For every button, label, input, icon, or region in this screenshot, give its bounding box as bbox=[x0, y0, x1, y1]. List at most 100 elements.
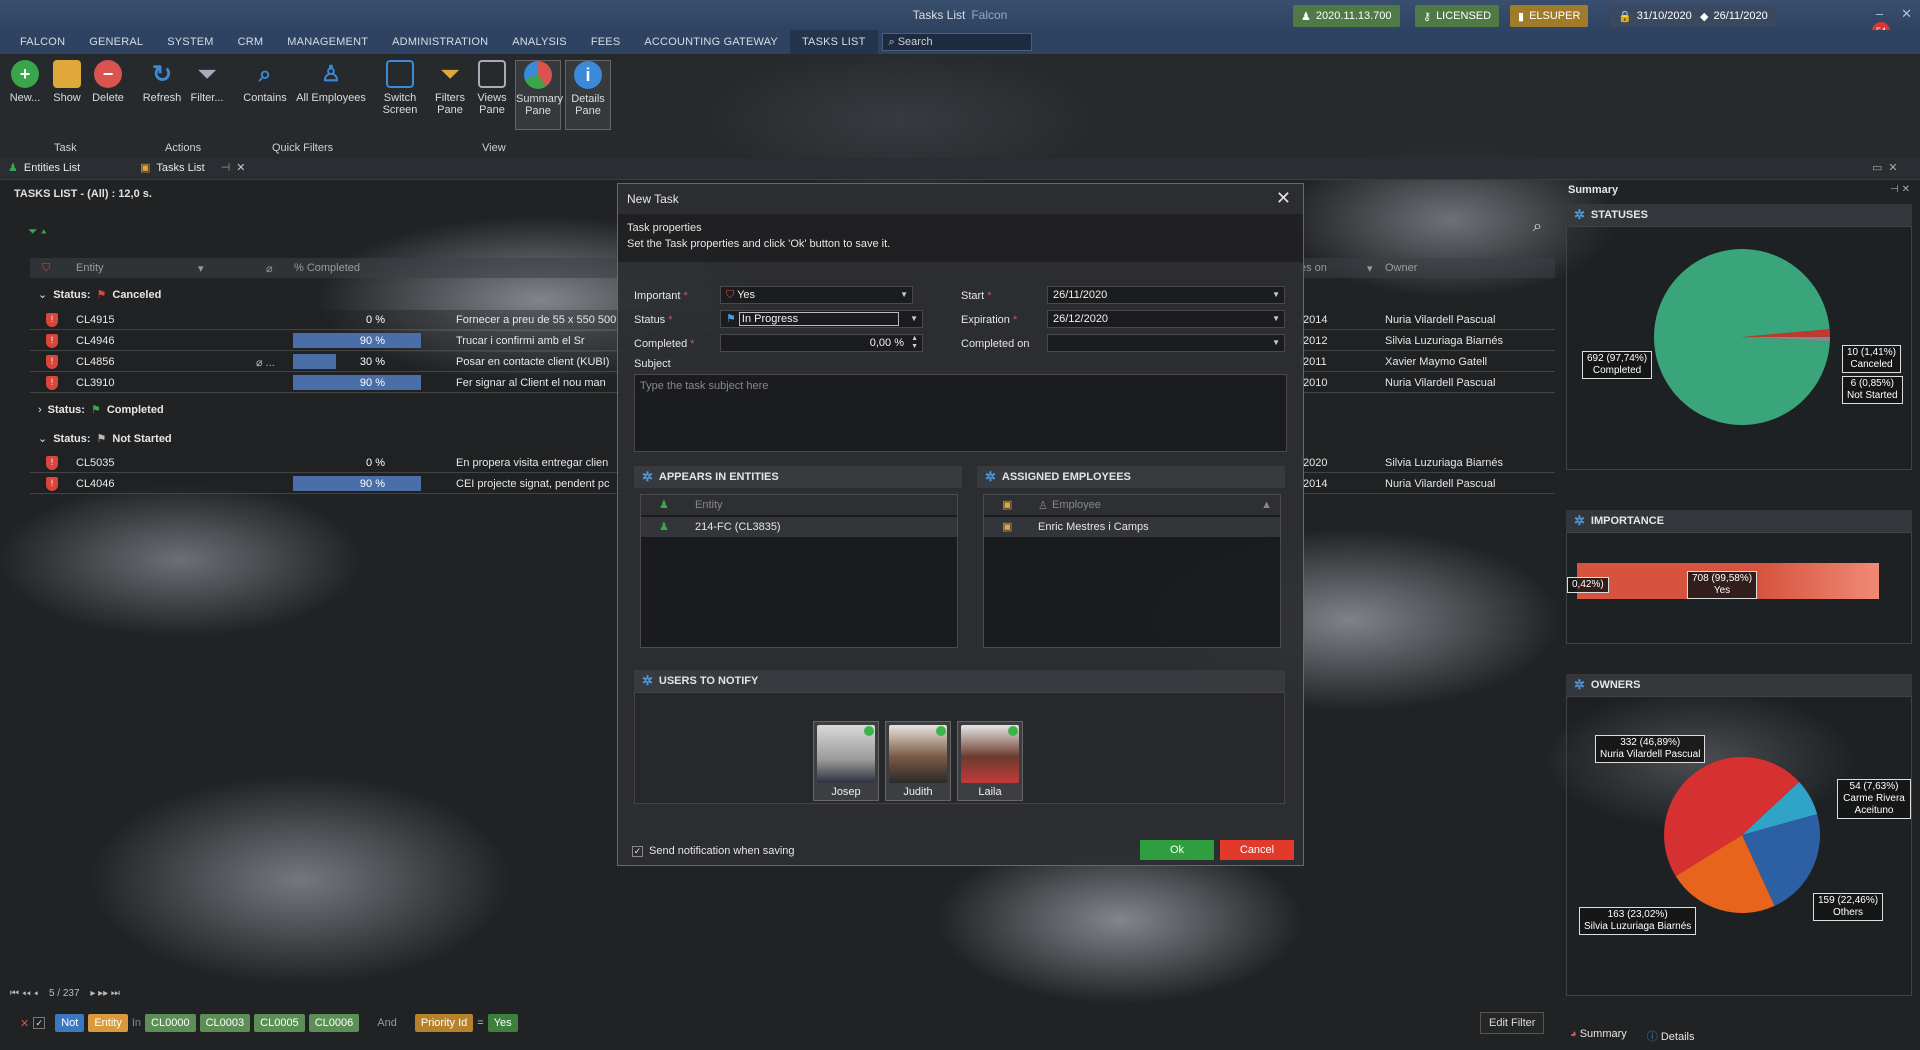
close-dialog-icon[interactable]: ✕ bbox=[1276, 188, 1291, 209]
first-page-icon[interactable]: ⏮ ◂◂ ◂ bbox=[10, 988, 38, 999]
filter-token[interactable]: CL0003 bbox=[199, 1014, 251, 1032]
edit-filter-button[interactable]: Edit Filter bbox=[1480, 1012, 1545, 1034]
close-window-icon[interactable]: ✕ bbox=[1901, 6, 1912, 22]
delete-button[interactable]: − Delete bbox=[85, 60, 131, 104]
group-label: Status: bbox=[53, 288, 91, 301]
subject-textarea[interactable]: Type the task subject here bbox=[634, 374, 1287, 452]
col-owner[interactable]: Owner bbox=[1385, 262, 1417, 274]
filter-token[interactable]: Priority Id bbox=[414, 1014, 474, 1032]
col-entity[interactable]: Entity bbox=[76, 262, 104, 274]
statuses-header: ✲ STATUSES bbox=[1566, 204, 1912, 226]
filter-enabled-checkbox[interactable]: ✓ bbox=[33, 1017, 46, 1029]
lock-icon: 🔒 bbox=[1618, 10, 1632, 23]
filter-token[interactable]: CL0006 bbox=[308, 1014, 360, 1032]
clear-filter-icon[interactable]: ✕ bbox=[20, 1017, 29, 1030]
cancel-button[interactable]: Cancel bbox=[1220, 840, 1294, 860]
menu-administration[interactable]: ADMINISTRATION bbox=[380, 36, 500, 48]
col-pct-completed[interactable]: % Completed bbox=[294, 262, 360, 274]
ok-button[interactable]: Ok bbox=[1140, 840, 1214, 860]
details-pane-button[interactable]: i Details Pane bbox=[565, 60, 611, 130]
avatar[interactable]: Laila bbox=[957, 721, 1023, 801]
completed-spinner[interactable]: 0,00 % ▲ ▼ bbox=[720, 334, 923, 352]
menu-management[interactable]: MANAGEMENT bbox=[275, 36, 380, 48]
important-select[interactable]: ⛉ Yes ▼ bbox=[720, 286, 913, 304]
callout-name: Others bbox=[1833, 907, 1864, 918]
show-button[interactable]: Show bbox=[44, 60, 90, 104]
expiration-date-picker[interactable]: 26/12/2020 ▼ bbox=[1047, 310, 1285, 328]
summary-pin-close-icon[interactable]: ⊣ ✕ bbox=[1890, 184, 1910, 195]
tab-tasks-list[interactable]: ▣ Tasks List ⊣ ✕ bbox=[140, 161, 246, 175]
send-notification-option[interactable]: ✓ Send notification when saving bbox=[632, 845, 795, 857]
important-icon: ! bbox=[46, 355, 58, 369]
contains-button[interactable]: ⌕ Contains bbox=[242, 60, 288, 104]
date-chip[interactable]: ◆ 26/11/2020 bbox=[1692, 5, 1776, 27]
menu-analysis[interactable]: ANALYSIS bbox=[500, 36, 579, 48]
send-notification-checkbox[interactable]: ✓ bbox=[632, 845, 643, 857]
important-col-icon: ⛉ bbox=[42, 262, 51, 274]
filters-pane-button[interactable]: ⏷ Filters Pane bbox=[427, 60, 473, 116]
filter-token[interactable]: CL0000 bbox=[145, 1014, 196, 1032]
all-employees-button[interactable]: ♙ All Employees bbox=[294, 60, 368, 104]
start-date-picker[interactable]: 26/11/2020 ▼ bbox=[1047, 286, 1285, 304]
grid-search-icon[interactable]: ⌕ bbox=[1533, 218, 1542, 236]
attachment-icon[interactable]: ⌀ ... bbox=[256, 356, 275, 369]
col-expires-on[interactable]: es on bbox=[1300, 262, 1327, 274]
row-description: Fer signar al Client el nou man bbox=[456, 377, 606, 389]
pin-icon[interactable]: ⊣ bbox=[221, 161, 231, 174]
summary-pane-button[interactable]: Summary Pane bbox=[515, 60, 563, 130]
filter-toggle-icon[interactable]: ⏷ ▴ bbox=[28, 224, 47, 239]
status-select[interactable]: ⚑ In Progress ▼ bbox=[720, 310, 923, 328]
menu-crm[interactable]: CRM bbox=[226, 36, 276, 48]
new-button[interactable]: + New... bbox=[2, 60, 48, 104]
contact-card-icon: ▣ bbox=[1002, 521, 1013, 533]
filter-token[interactable]: CL0005 bbox=[254, 1014, 305, 1032]
panel-options[interactable]: ▭ ✕ bbox=[1872, 161, 1898, 174]
group-completed[interactable]: › Status: ⚑ Completed bbox=[38, 403, 164, 417]
statuses-chart-box: 692 (97,74%) Completed 10 (1,41%) Canceled… bbox=[1566, 226, 1912, 470]
group-canceled[interactable]: ⌄ Status: ⚑ Canceled bbox=[38, 288, 161, 302]
list-item[interactable]: ▣ Enric Mestres i Camps bbox=[984, 517, 1280, 537]
menu-system[interactable]: SYSTEM bbox=[155, 36, 225, 48]
callout-value: 6 (0,85%) bbox=[1850, 378, 1894, 389]
callout-value: 708 (99,58%) bbox=[1692, 573, 1753, 584]
next-page-icon[interactable]: ▸ ▸▸ ⏭ bbox=[90, 988, 120, 999]
menu-fees[interactable]: FEES bbox=[579, 36, 633, 48]
filter-token[interactable]: Yes bbox=[487, 1014, 518, 1032]
employees-col[interactable]: Employee bbox=[1052, 499, 1101, 511]
avatar[interactable]: Judith bbox=[885, 721, 951, 801]
menu-accounting-gateway[interactable]: ACCOUNTING GATEWAY bbox=[632, 36, 790, 48]
online-indicator bbox=[864, 726, 874, 736]
menu-general[interactable]: GENERAL bbox=[77, 36, 155, 48]
group-not-started[interactable]: ⌄ Status: ⚑ Not Started bbox=[38, 432, 172, 446]
menu-tasks-list[interactable]: TASKS LIST bbox=[789, 30, 878, 54]
refresh-button[interactable]: ↻ Refresh bbox=[139, 60, 185, 105]
callout-name: Completed bbox=[1592, 365, 1642, 376]
filter-button[interactable]: ⏷ Filter... bbox=[184, 60, 230, 104]
filter-token[interactable]: Not bbox=[55, 1014, 85, 1032]
row-owner: Xavier Maymo Gatell bbox=[1385, 356, 1488, 368]
minimize-icon[interactable]: – bbox=[1876, 6, 1883, 22]
dialog-title: New Task bbox=[627, 192, 679, 206]
spinner-arrows-icon: ▲ ▼ bbox=[911, 335, 918, 350]
subject-label: Subject bbox=[634, 358, 671, 370]
completed-on-date-picker[interactable]: ▼ bbox=[1047, 334, 1285, 352]
menu-falcon[interactable]: FALCON bbox=[8, 36, 77, 48]
important-icon: ! bbox=[46, 334, 58, 348]
list-item[interactable]: ♟ 214-FC (CL3835) bbox=[641, 517, 957, 537]
row-entity: CL5035 bbox=[76, 457, 115, 469]
views-pane-button[interactable]: Views Pane bbox=[469, 60, 515, 116]
version-label: 2020.11.13.700 bbox=[1315, 10, 1392, 22]
period-chip[interactable]: 🔒 31/10/2020 bbox=[1610, 5, 1700, 27]
entities-col[interactable]: Entity bbox=[695, 499, 723, 511]
avatar[interactable]: Josep bbox=[813, 721, 879, 801]
close-tab-icon[interactable]: ✕ bbox=[236, 161, 245, 174]
tab-summary[interactable]: ◕ Summary bbox=[1570, 1028, 1627, 1044]
search-input[interactable]: ⌕ Search bbox=[881, 33, 1032, 51]
completed-on-label: Completed on bbox=[961, 338, 1030, 350]
tab-entities-list[interactable]: ♟ Entities List bbox=[8, 161, 80, 175]
filter-token[interactable]: Entity bbox=[88, 1014, 128, 1032]
switch-screen-button[interactable]: Switch Screen bbox=[377, 60, 423, 116]
tab-details[interactable]: ⓘ Details bbox=[1647, 1028, 1695, 1044]
company-chip[interactable]: ▮ ELSUPER bbox=[1510, 5, 1589, 27]
group-view: View bbox=[482, 142, 506, 154]
